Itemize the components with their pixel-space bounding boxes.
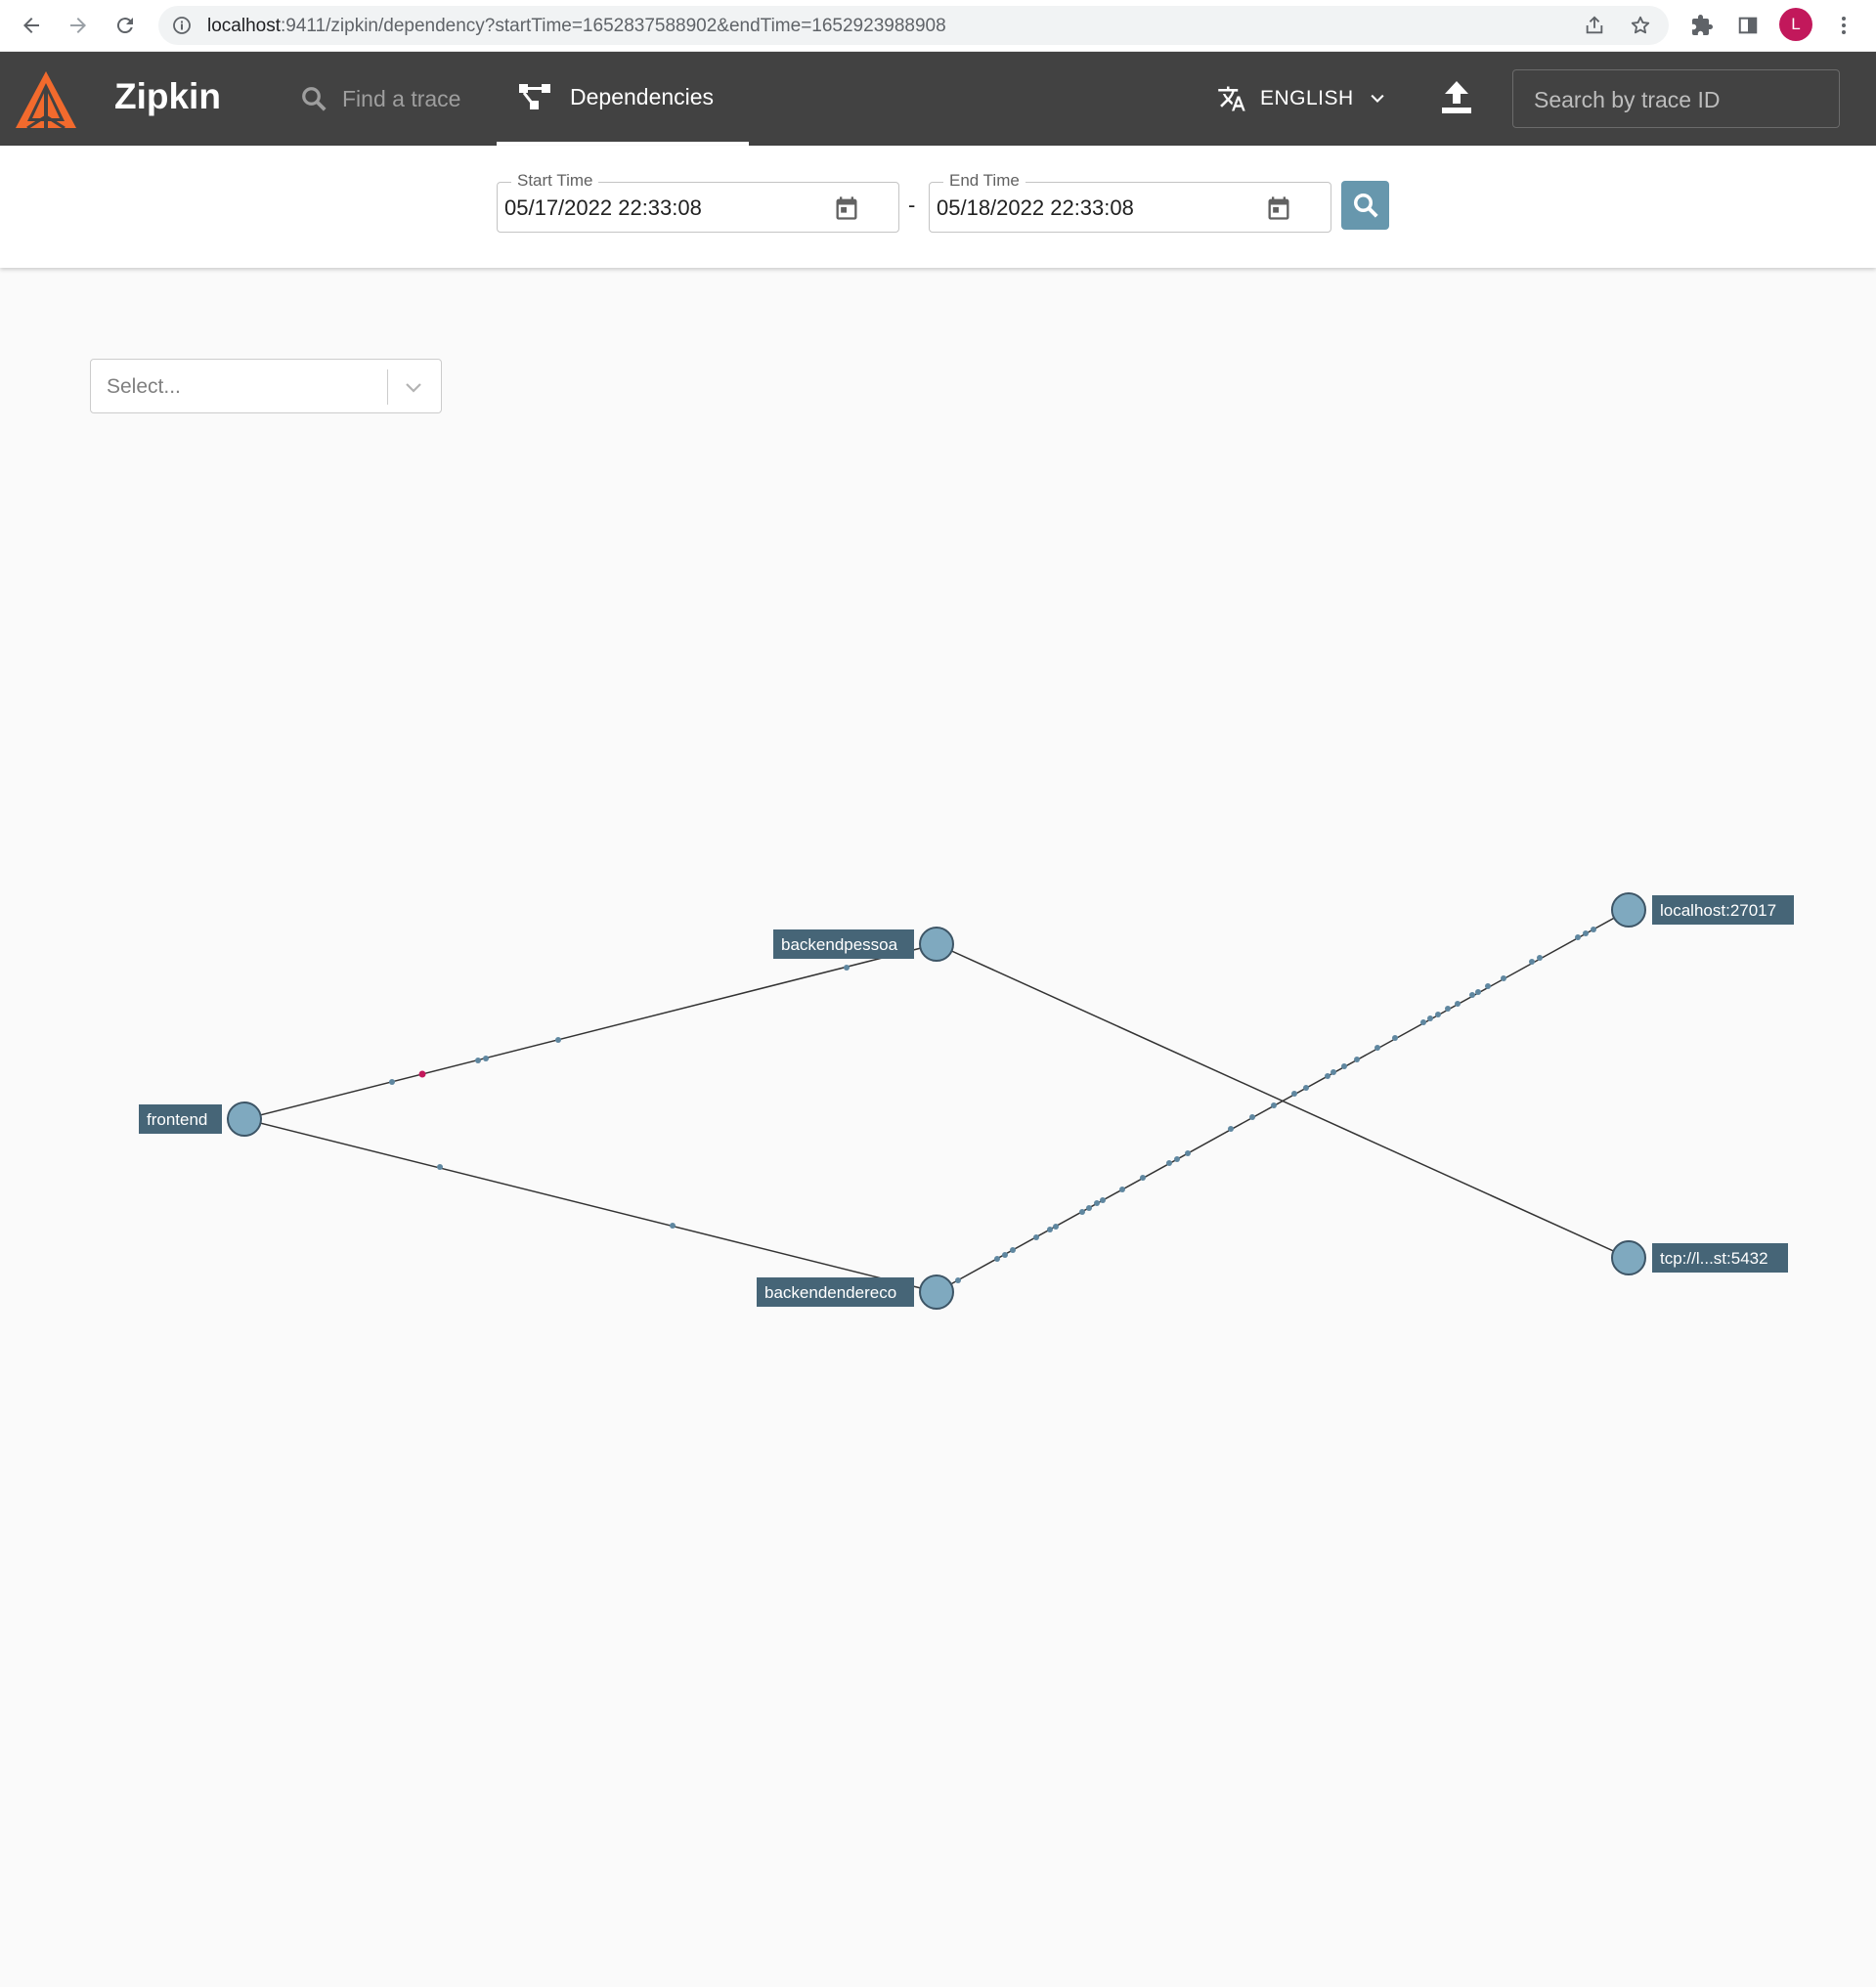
arrow-left-icon (23, 18, 39, 33)
end-time-field[interactable]: End Time 05/18/2022 22:33:08 (929, 171, 1331, 233)
language-label: ENGLISH (1260, 87, 1354, 109)
tab-dependencies[interactable]: Dependencies (497, 52, 749, 146)
edge-backendendereco-mongo[interactable] (936, 909, 1630, 1293)
url-text: localhost:9411/zipkin/dependency?startTi… (207, 16, 946, 37)
edge-frontend-backendendereco[interactable] (243, 1118, 938, 1293)
url-path: :9411/zipkin/dependency?startTime=165283… (281, 16, 946, 36)
node-label-mongo: localhost:27017 (1660, 901, 1776, 920)
share-icon (1586, 16, 1603, 34)
node-label-postgres: tcp://l...st:5432 (1660, 1249, 1768, 1268)
reload-button[interactable] (108, 8, 143, 43)
info-icon[interactable] (172, 16, 192, 35)
browser-menu-button[interactable] (1826, 8, 1861, 43)
node-backendendereco[interactable]: backendendereco (757, 1274, 954, 1310)
node-mongo[interactable]: localhost:27017 (1611, 892, 1794, 928)
tab-find-trace-label: Find a trace (342, 85, 461, 111)
app-header: Zipkin Find a trace Dependencies ENGLISH… (0, 52, 1876, 146)
chevron-down-icon (1371, 94, 1384, 103)
date-range-separator: - (908, 193, 916, 217)
edge-frontend-backendpessoa[interactable] (243, 943, 938, 1120)
zipkin-logo[interactable] (14, 67, 78, 137)
star-icon (1631, 16, 1650, 34)
dependencies-icon (519, 84, 550, 109)
bookmark-button[interactable] (1627, 12, 1654, 39)
start-time-value: 05/17/2022 22:33:08 (504, 195, 702, 220)
node-circle[interactable] (227, 1101, 262, 1137)
forward-button[interactable] (61, 8, 96, 43)
back-button[interactable] (14, 8, 49, 43)
search-dependencies-button[interactable] (1341, 181, 1389, 230)
profile-avatar[interactable]: L (1779, 8, 1812, 41)
translate-icon (1218, 86, 1245, 111)
node-label-backendpessoa: backendpessoa (781, 935, 898, 954)
share-button[interactable] (1581, 12, 1608, 39)
node-label-backendendereco: backendendereco (764, 1283, 896, 1302)
app-brand[interactable]: Zipkin (114, 76, 221, 117)
node-postgres[interactable]: tcp://l...st:5432 (1611, 1240, 1788, 1275)
search-icon (1353, 194, 1378, 218)
node-backendpessoa[interactable]: backendpessoa (773, 927, 954, 962)
end-time-value: 05/18/2022 22:33:08 (937, 195, 1134, 220)
side-panel-icon (1738, 17, 1758, 34)
arrow-right-icon (70, 18, 86, 33)
start-time-field[interactable]: Start Time 05/17/2022 22:33:08 (497, 171, 899, 233)
dependency-graph[interactable]: frontend backendpessoa backendendereco l… (0, 268, 1876, 1987)
tab-find-trace[interactable]: Find a trace (299, 52, 460, 146)
side-panel-button[interactable] (1730, 8, 1766, 43)
address-bar[interactable]: localhost:9411/zipkin/dependency?startTi… (158, 6, 1669, 45)
node-label-frontend: frontend (147, 1110, 207, 1129)
language-selector[interactable]: ENGLISH (1217, 52, 1387, 146)
dependencies-toolbar: Start Time 05/17/2022 22:33:08 - End Tim… (0, 146, 1876, 268)
node-circle[interactable] (919, 1274, 954, 1310)
upload-icon (1442, 81, 1471, 113)
node-circle[interactable] (1611, 1240, 1646, 1275)
kebab-menu-icon (1842, 17, 1846, 34)
search-icon (302, 87, 327, 111)
end-time-label: End Time (943, 171, 1025, 191)
node-circle[interactable] (1611, 892, 1646, 928)
puzzle-icon (1692, 15, 1713, 35)
calendar-icon[interactable] (833, 194, 860, 222)
tab-dependencies-label: Dependencies (570, 83, 715, 109)
url-host: localhost (207, 16, 281, 36)
zipkin-logo-icon (16, 71, 76, 130)
upload-json-button[interactable] (1439, 79, 1474, 121)
reload-icon (116, 18, 133, 34)
traffic-particles (389, 927, 1596, 1283)
extensions-button[interactable] (1684, 8, 1720, 43)
start-time-label: Start Time (511, 171, 599, 191)
calendar-icon[interactable] (1265, 194, 1292, 222)
error-particle (418, 1070, 426, 1078)
node-frontend[interactable]: frontend (139, 1101, 262, 1137)
trace-id-search-input[interactable]: Search by trace ID (1512, 69, 1840, 128)
browser-toolbar: localhost:9411/zipkin/dependency?startTi… (0, 0, 1876, 52)
node-circle[interactable] (919, 927, 954, 962)
